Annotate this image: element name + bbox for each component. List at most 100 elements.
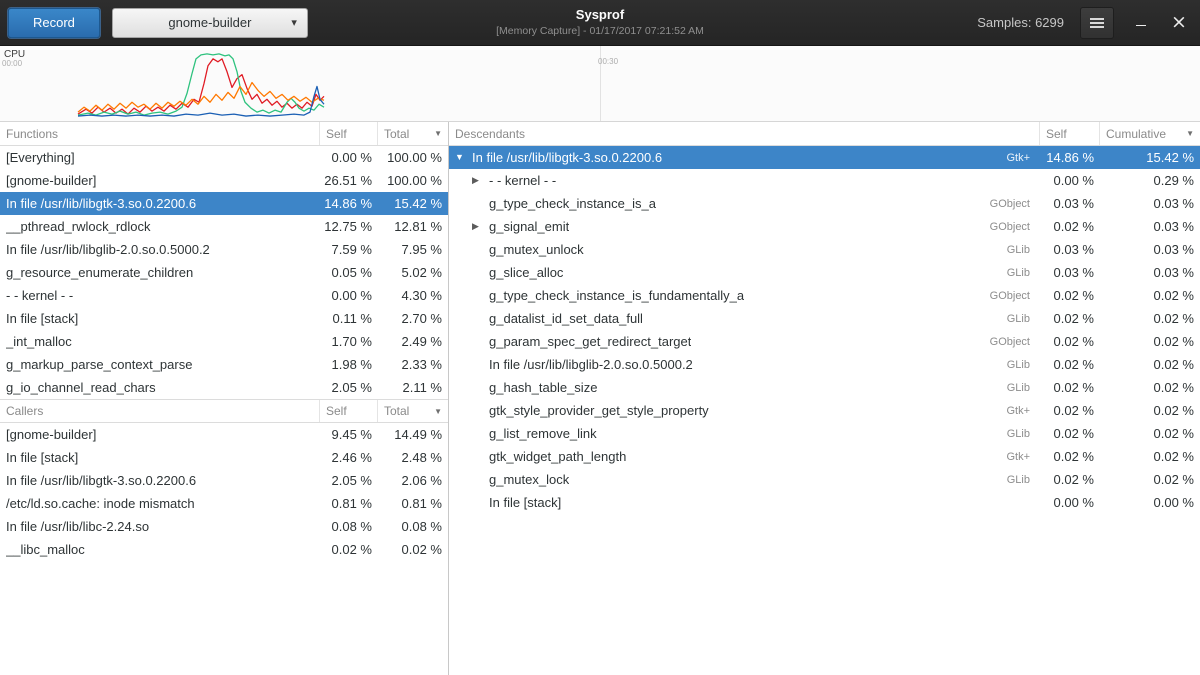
table-row[interactable]: [gnome-builder]26.51 %100.00 % (0, 169, 448, 192)
total-value: 5.02 % (378, 265, 448, 280)
table-row[interactable]: /etc/ld.so.cache: inode mismatch0.81 %0.… (0, 492, 448, 515)
function-name-cell: In file /usr/lib/libgtk-3.so.0.2200.6 (0, 473, 320, 488)
function-name: [Everything] (6, 150, 75, 165)
column-header-self[interactable]: Self (320, 122, 378, 145)
total-value: 2.70 % (378, 311, 448, 326)
table-row[interactable]: g_markup_parse_context_parse1.98 %2.33 % (0, 353, 448, 376)
column-header-functions[interactable]: Functions (0, 122, 320, 145)
tree-indent (455, 272, 472, 273)
tree-row[interactable]: g_list_remove_linkGLib0.02 %0.02 % (449, 422, 1200, 445)
column-header-total[interactable]: Total ▼ (378, 400, 448, 422)
table-row[interactable]: In file [stack]0.11 %2.70 % (0, 307, 448, 330)
column-header-descendants[interactable]: Descendants (449, 122, 1040, 145)
function-name: g_type_check_instance_is_a (489, 196, 656, 211)
tree-row[interactable]: In file /usr/lib/libglib-2.0.so.0.5000.2… (449, 353, 1200, 376)
tree-row[interactable]: g_datalist_id_set_data_fullGLib0.02 %0.0… (449, 307, 1200, 330)
table-row[interactable]: g_io_channel_read_chars2.05 %2.11 % (0, 376, 448, 399)
function-name-cell: In file /usr/lib/libc-2.24.so (0, 519, 320, 534)
callers-table: Callers Self Total ▼ [gnome-builder]9.45… (0, 399, 448, 561)
sort-indicator-icon: ▼ (434, 129, 442, 138)
cumulative-value: 0.02 % (1100, 357, 1200, 372)
cumulative-value: 0.02 % (1100, 403, 1200, 418)
tree-row[interactable]: In file [stack]0.00 %0.00 % (449, 491, 1200, 514)
function-name-cell: __pthread_rwlock_rdlock (0, 219, 320, 234)
tree-row[interactable]: ▶- - kernel - -0.00 %0.29 % (449, 169, 1200, 192)
descendant-name-cell: g_hash_table_sizeGLib (449, 380, 1040, 395)
function-name-cell: In file [stack] (0, 450, 320, 465)
function-name: gtk_style_provider_get_style_property (489, 403, 709, 418)
table-row[interactable]: In file /usr/lib/libgtk-3.so.0.2200.614.… (0, 192, 448, 215)
tree-row[interactable]: gtk_widget_path_lengthGtk+0.02 %0.02 % (449, 445, 1200, 468)
cumulative-value: 0.03 % (1100, 219, 1200, 234)
cumulative-value: 0.00 % (1100, 495, 1200, 510)
self-value: 0.02 % (1040, 472, 1100, 487)
table-row[interactable]: _int_malloc1.70 %2.49 % (0, 330, 448, 353)
function-name-cell: g_markup_parse_context_parse (0, 357, 320, 372)
menu-button[interactable] (1080, 7, 1114, 39)
self-value: 0.08 % (320, 519, 378, 534)
expander-closed-icon[interactable]: ▶ (472, 176, 489, 185)
table-row[interactable]: In file /usr/lib/libglib-2.0.so.0.5000.2… (0, 238, 448, 261)
function-name-cell: __libc_malloc (0, 542, 320, 557)
self-value: 7.59 % (320, 242, 378, 257)
total-value: 15.42 % (378, 196, 448, 211)
tree-row[interactable]: g_type_check_instance_is_aGObject0.03 %0… (449, 192, 1200, 215)
tree-row[interactable]: g_type_check_instance_is_fundamentally_a… (449, 284, 1200, 307)
tree-indent (455, 249, 472, 250)
minimize-button[interactable] (1128, 7, 1154, 39)
descendant-name-cell: In file /usr/lib/libglib-2.0.so.0.5000.2… (449, 357, 1040, 372)
table-row[interactable]: In file [stack]2.46 %2.48 % (0, 446, 448, 469)
table-row[interactable]: [Everything]0.00 %100.00 % (0, 146, 448, 169)
tree-row[interactable]: g_param_spec_get_redirect_targetGObject0… (449, 330, 1200, 353)
app-title: Sysprof (496, 7, 704, 22)
function-name: g_io_channel_read_chars (6, 380, 156, 395)
table-row[interactable]: In file /usr/lib/libgtk-3.so.0.2200.62.0… (0, 469, 448, 492)
library-tag: GLib (1007, 428, 1040, 440)
library-tag: GLib (1007, 244, 1040, 256)
column-header-self[interactable]: Self (320, 400, 378, 422)
cpu-line-red (78, 59, 324, 114)
tree-row[interactable]: gtk_style_provider_get_style_propertyGtk… (449, 399, 1200, 422)
tree-row[interactable]: g_slice_allocGLib0.03 %0.03 % (449, 261, 1200, 284)
close-button[interactable]: × (1166, 7, 1192, 39)
record-button[interactable]: Record (8, 8, 100, 38)
expander-open-icon[interactable]: ▼ (455, 153, 472, 162)
descendant-name-cell: g_slice_allocGLib (449, 265, 1040, 280)
tree-row[interactable]: g_mutex_lockGLib0.02 %0.02 % (449, 468, 1200, 491)
cumulative-value: 0.03 % (1100, 242, 1200, 257)
tree-row[interactable]: g_mutex_unlockGLib0.03 %0.03 % (449, 238, 1200, 261)
column-header-total[interactable]: Total ▼ (378, 122, 448, 145)
tree-row[interactable]: g_hash_table_sizeGLib0.02 %0.02 % (449, 376, 1200, 399)
column-header-callers[interactable]: Callers (0, 400, 320, 422)
expander-closed-icon[interactable]: ▶ (472, 222, 489, 231)
table-row[interactable]: g_resource_enumerate_children0.05 %5.02 … (0, 261, 448, 284)
table-row[interactable]: __pthread_rwlock_rdlock12.75 %12.81 % (0, 215, 448, 238)
process-selector-dropdown[interactable]: gnome-builder ▾ (112, 8, 308, 38)
table-row[interactable]: - - kernel - -0.00 %4.30 % (0, 284, 448, 307)
function-name-cell: _int_malloc (0, 334, 320, 349)
tree-row[interactable]: ▼In file /usr/lib/libgtk-3.so.0.2200.6Gt… (449, 146, 1200, 169)
functions-table-header: Functions Self Total ▼ (0, 122, 448, 146)
function-name: g_type_check_instance_is_fundamentally_a (489, 288, 744, 303)
total-value: 0.02 % (378, 542, 448, 557)
table-row[interactable]: In file /usr/lib/libc-2.24.so0.08 %0.08 … (0, 515, 448, 538)
minimize-icon (1136, 25, 1146, 26)
self-value: 0.00 % (1040, 495, 1100, 510)
self-value: 2.46 % (320, 450, 378, 465)
tree-row[interactable]: ▶g_signal_emitGObject0.02 %0.03 % (449, 215, 1200, 238)
table-row[interactable]: [gnome-builder]9.45 %14.49 % (0, 423, 448, 446)
column-header-cumulative[interactable]: Cumulative ▼ (1100, 122, 1200, 145)
capture-subtitle: [Memory Capture] - 01/17/2017 07:21:52 A… (496, 25, 704, 37)
function-name-cell: g_io_channel_read_chars (0, 380, 320, 395)
table-row[interactable]: __libc_malloc0.02 %0.02 % (0, 538, 448, 561)
function-name: /etc/ld.so.cache: inode mismatch (6, 496, 195, 511)
self-value: 0.02 % (1040, 311, 1100, 326)
descendants-table-body: ▼In file /usr/lib/libgtk-3.so.0.2200.6Gt… (449, 146, 1200, 514)
function-name: - - kernel - - (6, 288, 73, 303)
self-value: 14.86 % (1040, 150, 1100, 165)
cumulative-value: 0.03 % (1100, 196, 1200, 211)
cpu-timeline-graph[interactable]: CPU 00:00 00:30 (0, 46, 1200, 122)
column-header-self[interactable]: Self (1040, 122, 1100, 145)
callers-table-body: [gnome-builder]9.45 %14.49 %In file [sta… (0, 423, 448, 561)
function-name: g_resource_enumerate_children (6, 265, 193, 280)
